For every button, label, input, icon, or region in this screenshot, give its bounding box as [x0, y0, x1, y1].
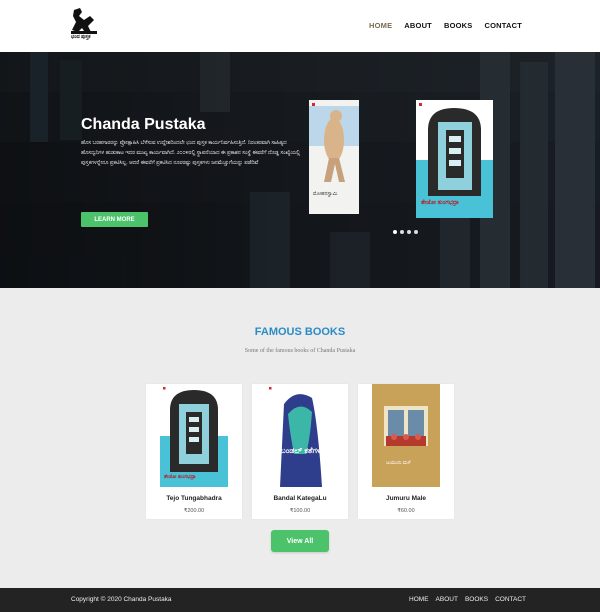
- book-title[interactable]: Jumuru Male: [358, 495, 454, 502]
- book-cover-jumuru: [372, 384, 440, 487]
- section-subtitle: Some of the famous books of Chanda Pusta…: [244, 348, 356, 354]
- famous-books-section: FAMOUS BOOKS Some of the famous books of…: [0, 288, 600, 588]
- cover-title: ತೇಜೋ ತುಂಗಭದ್ರಾ: [421, 200, 459, 206]
- book-cover-title: ಬಂಡಲ್ ಕತೆಗಳು: [280, 446, 324, 455]
- footer-nav-books[interactable]: BOOKS: [465, 596, 488, 603]
- book-cover-bandal: [266, 384, 334, 487]
- footer-nav-home[interactable]: HOME: [409, 596, 429, 603]
- nav-contact[interactable]: CONTACT: [484, 21, 522, 30]
- slider-dot-1[interactable]: [393, 230, 397, 234]
- footer-nav: HOME ABOUT BOOKS CONTACT: [409, 596, 526, 603]
- slider-dot-3[interactable]: [407, 230, 411, 234]
- logo-text: ಛಂದ ಪುಸ್ತಕ: [71, 34, 91, 40]
- nav-about[interactable]: ABOUT: [404, 21, 432, 30]
- footer-nav-about[interactable]: ABOUT: [436, 596, 458, 603]
- slider-dots: [393, 230, 418, 234]
- book-price: ₹60.00: [397, 508, 415, 514]
- learn-more-button[interactable]: LEARN MORE: [81, 212, 148, 227]
- hero-section: Chanda Pustaka ಹೊಸ ಬರಹಗಾರರನ್ನು ಪ್ರೋತ್ಸಾಹ…: [0, 52, 600, 288]
- book-price: ₹200.00: [183, 508, 205, 514]
- slider-cover-mohanaswamy[interactable]: ಮೋಹನಸ್ವಾಮಿ: [309, 100, 359, 214]
- slider-dot-2[interactable]: [400, 230, 404, 234]
- nav-home[interactable]: HOME: [369, 21, 392, 30]
- bookshelf-background: [0, 52, 600, 288]
- hero-title: Chanda Pustaka: [81, 116, 206, 133]
- logo-icon[interactable]: [70, 6, 100, 46]
- footer-nav-contact[interactable]: CONTACT: [495, 596, 526, 603]
- nav-books[interactable]: BOOKS: [444, 21, 473, 30]
- slider-dot-4[interactable]: [414, 230, 418, 234]
- book-title[interactable]: Tejo Tungabhadra: [146, 495, 242, 502]
- copyright-text: Copyright © 2020 Chanda Pustaka: [71, 596, 172, 603]
- book-title[interactable]: Bandal KategaLu: [252, 495, 348, 502]
- book-card-jumuru[interactable]: ಜುಮುರು ಮಳೆ Jumuru Male ₹60.00: [358, 384, 454, 519]
- book-cover-title: ತೇಜೋ ತುಂಗಭದ್ರಾ: [164, 474, 196, 480]
- book-cover-title: ಜುಮುರು ಮಳೆ: [386, 460, 411, 466]
- site-header: ಛಂದ ಪುಸ್ತಕ HOME ABOUT BOOKS CONTACT: [0, 0, 600, 52]
- cover-title: ಮೋಹನಸ್ವಾಮಿ: [313, 191, 338, 197]
- book-card-bandal[interactable]: ಬಂಡಲ್ ಕತೆಗಳು Bandal KategaLu ₹100.00: [252, 384, 348, 519]
- site-footer: Copyright © 2020 Chanda Pustaka HOME ABO…: [0, 588, 600, 612]
- book-card-tejo[interactable]: ತೇಜೋ ತುಂಗಭದ್ರಾ Tejo Tungabhadra ₹200.00: [146, 384, 242, 519]
- book-price: ₹100.00: [289, 508, 311, 514]
- hero-description: ಹೊಸ ಬರಹಗಾರರನ್ನು ಪ್ರೋತ್ಸಾಹಿಸಿ ಬೆಳೆಸುವ ಉದ್…: [81, 140, 301, 166]
- section-title: FAMOUS BOOKS: [254, 326, 346, 338]
- book-cover-tejo: [160, 384, 228, 487]
- view-all-button[interactable]: View All: [271, 530, 329, 552]
- slider-cover-tejo[interactable]: ತೇಜೋ ತುಂಗಭದ್ರಾ: [416, 100, 493, 218]
- main-nav: HOME ABOUT BOOKS CONTACT: [369, 21, 522, 30]
